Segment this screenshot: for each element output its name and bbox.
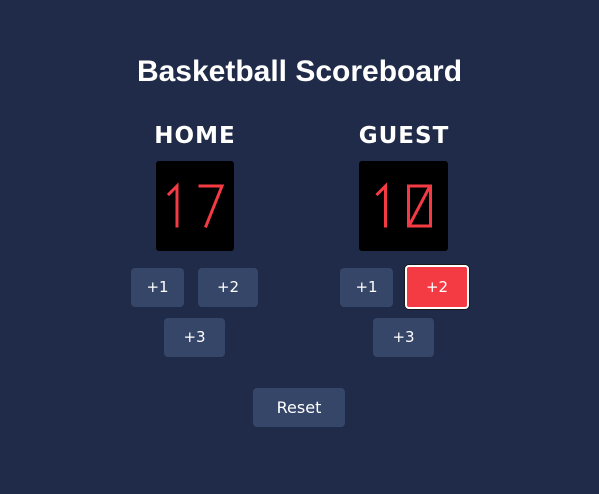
score-digit-segment xyxy=(375,182,387,228)
score-digit xyxy=(166,182,179,228)
score-digit xyxy=(375,182,387,228)
score-digit xyxy=(198,184,225,228)
guest-score-display xyxy=(359,161,448,251)
home-add-3-button[interactable]: +3 xyxy=(164,318,225,357)
home-score-digits xyxy=(166,182,225,228)
home-add-1-button[interactable]: +1 xyxy=(131,268,184,307)
guest-label: GUEST xyxy=(358,123,450,149)
score-digit-segment xyxy=(407,184,432,228)
guest-add-3-button[interactable]: +3 xyxy=(373,318,434,357)
guest-add-2-button[interactable]: +2 xyxy=(405,265,469,309)
reset-button[interactable]: Reset xyxy=(253,388,345,427)
guest-score-digits xyxy=(375,182,432,228)
home-add-2-button[interactable]: +2 xyxy=(198,268,258,307)
score-digit xyxy=(407,184,432,228)
score-digit-segment xyxy=(198,184,225,228)
score-digit-segment xyxy=(166,182,179,228)
home-score-display xyxy=(156,161,234,251)
page-title: Basketball Scoreboard xyxy=(136,55,463,88)
home-label: HOME xyxy=(154,123,236,149)
guest-add-1-button[interactable]: +1 xyxy=(340,268,393,307)
